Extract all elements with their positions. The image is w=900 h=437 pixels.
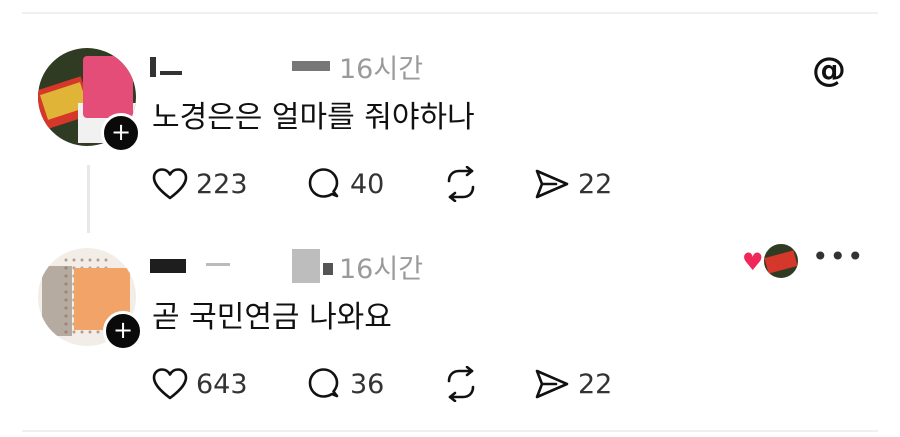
reply-count: 40 bbox=[350, 168, 385, 200]
share-button[interactable]: 22 bbox=[534, 364, 612, 404]
share-button[interactable]: 22 bbox=[534, 164, 612, 204]
reply-button[interactable]: 36 bbox=[306, 364, 384, 404]
repost-icon bbox=[447, 366, 475, 402]
timestamp: 16시간 bbox=[339, 53, 424, 85]
repost-button[interactable] bbox=[442, 364, 480, 404]
follow-plus-icon[interactable]: + bbox=[103, 311, 143, 351]
send-icon bbox=[535, 169, 569, 199]
mini-avatar bbox=[762, 242, 800, 280]
follow-plus-icon[interactable]: + bbox=[101, 113, 141, 153]
comment-icon bbox=[308, 168, 339, 198]
username-redacted[interactable] bbox=[150, 53, 335, 79]
post-header: 16시간 bbox=[150, 246, 423, 286]
thread-connector-line bbox=[87, 165, 90, 233]
post-text: 곧 국민연금 나와요 bbox=[152, 300, 392, 335]
share-count: 22 bbox=[578, 368, 613, 400]
reply-count: 36 bbox=[350, 368, 385, 400]
like-count: 223 bbox=[196, 168, 248, 200]
author-liked-indicator: ♥ bbox=[742, 242, 802, 280]
reply-button[interactable]: 40 bbox=[306, 164, 384, 204]
share-count: 22 bbox=[578, 168, 613, 200]
post-text: 노경은은 얼마를 줘야하나 bbox=[152, 100, 475, 135]
send-icon bbox=[535, 369, 569, 399]
repost-icon bbox=[447, 166, 475, 202]
like-button[interactable]: 223 bbox=[152, 164, 248, 204]
top-divider bbox=[22, 12, 878, 14]
like-count: 643 bbox=[196, 368, 248, 400]
post-header: 16시간 bbox=[150, 46, 423, 86]
timestamp: 16시간 bbox=[339, 253, 424, 285]
username-redacted[interactable] bbox=[150, 249, 335, 283]
like-button[interactable]: 643 bbox=[152, 364, 248, 404]
more-options-button[interactable]: ••• bbox=[812, 242, 864, 278]
heart-filled-icon: ♥ bbox=[742, 248, 764, 276]
repost-button[interactable] bbox=[442, 164, 480, 204]
bottom-divider bbox=[22, 430, 878, 432]
comment-icon bbox=[308, 368, 339, 398]
heart-icon bbox=[152, 168, 188, 200]
heart-icon bbox=[152, 368, 188, 400]
threads-icon[interactable]: @ bbox=[810, 50, 848, 90]
